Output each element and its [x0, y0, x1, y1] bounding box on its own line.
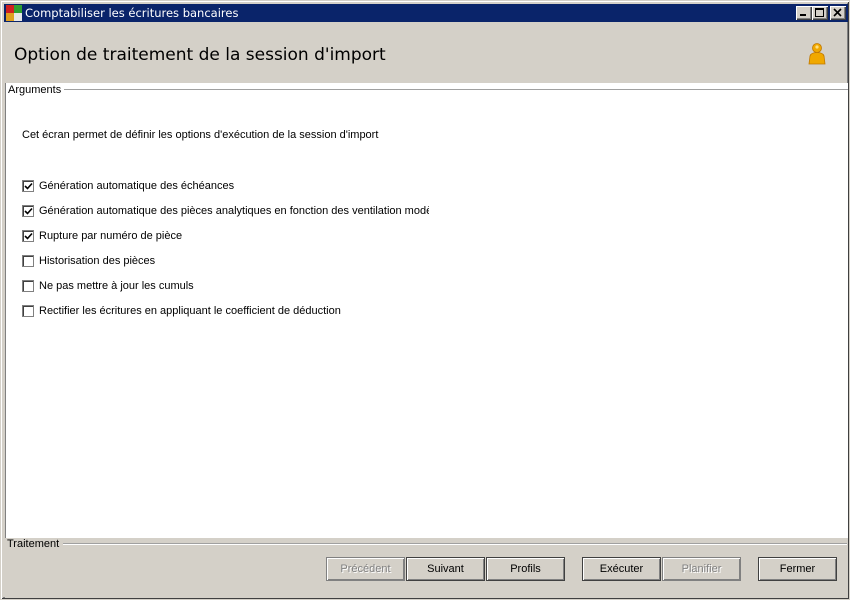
arguments-group-label: Arguments [8, 84, 65, 96]
checkmark-icon [24, 207, 33, 215]
suivant-button[interactable]: Suivant [406, 557, 485, 581]
close-button[interactable] [830, 6, 846, 20]
option-label: Rupture par numéro de pièce [39, 230, 183, 242]
option-label: Rectifier les écritures en appliquant le… [39, 305, 341, 317]
checkbox[interactable] [22, 255, 34, 267]
option-label: Génération automatique des pièces analyt… [39, 205, 429, 217]
option-label: Génération automatique des échéances [39, 180, 235, 192]
page-header: Option de traitement de la session d'imp… [5, 23, 847, 83]
traitement-panel: Traitement Précédent Suivant Profils Exé… [5, 538, 848, 598]
checkbox[interactable] [22, 230, 34, 242]
maximize-icon [815, 8, 824, 17]
checkbox[interactable] [22, 180, 34, 192]
option-label: Ne pas mettre à jour les cumuls [39, 280, 194, 292]
page-title: Option de traitement de la session d'imp… [14, 45, 386, 65]
minimize-icon [800, 14, 806, 16]
option-label: Historisation des pièces [39, 255, 156, 267]
option-generation-pieces-analytiques[interactable]: Génération automatique des pièces analyt… [22, 204, 429, 218]
option-generation-echeances[interactable]: Génération automatique des échéances [22, 179, 234, 193]
planifier-button[interactable]: Planifier [662, 557, 741, 581]
executer-button[interactable]: Exécuter [582, 557, 661, 581]
checkbox[interactable] [22, 280, 34, 292]
checkmark-icon [24, 232, 33, 240]
checkmark-icon [24, 182, 33, 190]
arguments-divider [64, 89, 848, 91]
option-rupture-numero-piece[interactable]: Rupture par numéro de pièce [22, 229, 182, 243]
option-historisation-pieces[interactable]: Historisation des pièces [22, 254, 155, 268]
application-window: Comptabiliser les écritures bancaires Op… [0, 0, 850, 600]
maximize-button[interactable] [812, 6, 828, 20]
fermer-button[interactable]: Fermer [758, 557, 837, 581]
option-ne-pas-mettre-a-jour-cumuls[interactable]: Ne pas mettre à jour les cumuls [22, 279, 194, 293]
precedent-button[interactable]: Précédent [326, 557, 405, 581]
arguments-panel: Arguments Cet écran permet de définir le… [5, 83, 848, 538]
traitement-divider [63, 543, 847, 545]
title-bar[interactable]: Comptabiliser les écritures bancaires [4, 4, 848, 22]
profils-button[interactable]: Profils [486, 557, 565, 581]
minimize-button[interactable] [796, 6, 812, 20]
intro-text: Cet écran permet de définir les options … [22, 129, 379, 141]
option-rectifier-ecritures[interactable]: Rectifier les écritures en appliquant le… [22, 304, 341, 318]
checkbox[interactable] [22, 205, 34, 217]
window-title: Comptabiliser les écritures bancaires [25, 6, 239, 20]
user-icon [808, 43, 826, 65]
traitement-group-label: Traitement [7, 538, 63, 550]
checkbox[interactable] [22, 305, 34, 317]
app-icon[interactable] [6, 5, 22, 21]
close-icon [833, 8, 842, 17]
